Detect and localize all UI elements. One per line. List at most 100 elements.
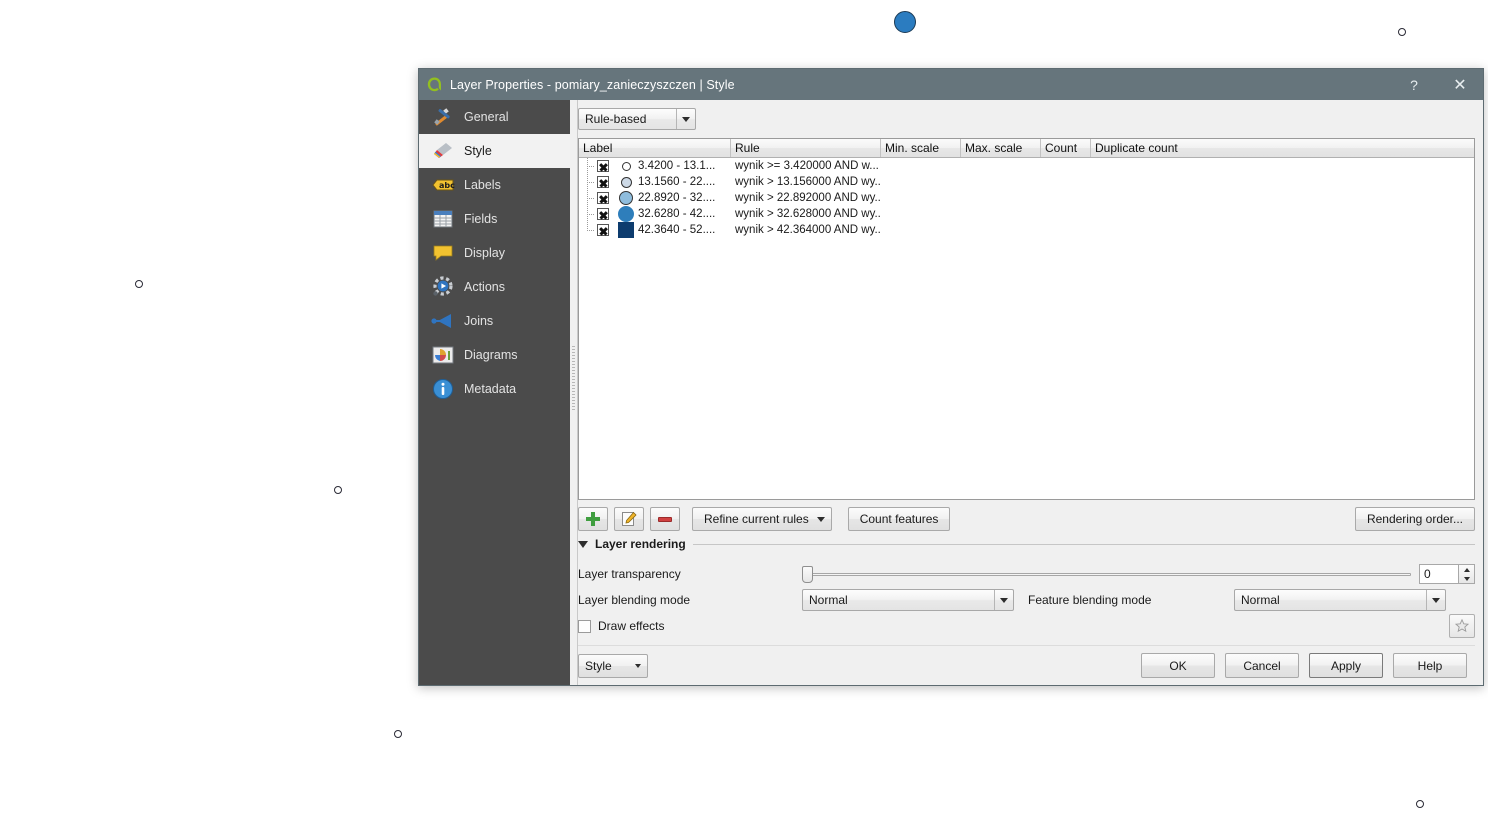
column-header-min-scale[interactable]: Min. scale: [881, 139, 961, 157]
rule-label-text: 13.1560 - 22....: [638, 176, 716, 188]
remove-rule-button[interactable]: [650, 507, 680, 531]
rules-table[interactable]: Label Rule Min. scale Max. scale Count D…: [578, 138, 1475, 500]
layer-blending-mode-label: Layer blending mode: [578, 593, 691, 607]
renderer-type-select[interactable]: Rule-based: [578, 108, 696, 130]
column-header-duplicate-count[interactable]: Duplicate count: [1091, 139, 1474, 157]
feature-blending-mode-select[interactable]: Normal: [1234, 589, 1446, 611]
layer-transparency-stepper[interactable]: [1459, 564, 1475, 584]
rule-enabled-checkbox[interactable]: [597, 176, 609, 188]
column-header-rule[interactable]: Rule: [731, 139, 881, 157]
symbol-circle-icon: [618, 206, 634, 222]
draw-effects-checkbox[interactable]: [578, 619, 591, 633]
rule-enabled-checkbox[interactable]: [597, 160, 609, 172]
rule-enabled-checkbox[interactable]: [597, 224, 609, 236]
rule-label-text: 3.4200 - 13.1...: [638, 160, 716, 172]
sidebar-item-diagrams[interactable]: Diagrams: [419, 338, 570, 372]
layer-transparency-slider[interactable]: [802, 564, 1411, 584]
edit-rule-button[interactable]: [614, 507, 644, 531]
layer-rendering-header[interactable]: Layer rendering: [578, 537, 1475, 551]
slider-handle[interactable]: [802, 566, 813, 583]
count-features-label: Count features: [859, 512, 939, 526]
star-icon: [1454, 618, 1470, 633]
column-header-count[interactable]: Count: [1041, 139, 1091, 157]
splitter-edge: [577, 100, 578, 685]
rule-enabled-checkbox[interactable]: [597, 208, 609, 220]
tree-branch-icon: [581, 206, 597, 222]
dialog-body: General Style abc Labels Fields Display …: [419, 100, 1483, 685]
group-divider: [692, 543, 1475, 545]
sidebar-item-actions[interactable]: Actions: [419, 270, 570, 304]
add-rule-button[interactable]: [578, 507, 608, 531]
panel-splitter[interactable]: [570, 100, 578, 685]
sidebar-item-general[interactable]: General: [419, 100, 570, 134]
refine-current-rules-button[interactable]: Refine current rules: [692, 507, 832, 531]
rule-row[interactable]: 3.4200 - 13.1... wynik >= 3.420000 AND w.…: [579, 158, 1474, 174]
rule-expression-text: wynik > 42.364000 AND wy...: [735, 224, 881, 236]
chevron-down-icon[interactable]: [676, 109, 695, 129]
draw-effects-row: Draw effects: [578, 613, 1475, 639]
count-features-button[interactable]: Count features: [847, 507, 951, 531]
rules-table-header: Label Rule Min. scale Max. scale Count D…: [579, 139, 1474, 158]
style-menu-button[interactable]: Style: [578, 653, 648, 678]
ok-button[interactable]: OK: [1141, 653, 1215, 678]
sidebar-label-fields: Fields: [464, 212, 498, 226]
sidebar-label-labels: Labels: [464, 178, 501, 192]
help-button[interactable]: Help: [1393, 653, 1467, 678]
layer-properties-dialog: Layer Properties - pomiary_zanieczyszcze…: [418, 68, 1484, 686]
sidebar-item-display[interactable]: Display: [419, 236, 570, 270]
apply-button[interactable]: Apply: [1309, 653, 1383, 678]
rule-row[interactable]: 42.3640 - 52.... wynik > 42.364000 AND wy…: [579, 222, 1474, 238]
qgis-logo-icon: [426, 76, 443, 93]
draw-effects-settings-button[interactable]: [1449, 614, 1475, 638]
point-bottom-right: [1416, 800, 1424, 808]
sidebar-item-style[interactable]: Style: [419, 134, 570, 168]
rule-row[interactable]: 32.6280 - 42.... wynik > 32.628000 AND wy…: [579, 206, 1474, 222]
cancel-button[interactable]: Cancel: [1225, 653, 1299, 678]
sidebar-item-labels[interactable]: abc Labels: [419, 168, 570, 202]
refine-current-rules-label: Refine current rules: [704, 512, 809, 526]
point-top-right: [1398, 28, 1406, 36]
dialog-title: Layer Properties - pomiary_zanieczyszcze…: [450, 77, 735, 92]
rule-label-cell: 42.3640 - 52....: [579, 222, 731, 238]
rule-symbol-preview: [614, 176, 638, 188]
rendering-order-button[interactable]: Rendering order...: [1354, 507, 1475, 531]
column-header-label[interactable]: Label: [579, 139, 731, 157]
symbol-circle-icon: [619, 191, 633, 205]
sidebar-label-joins: Joins: [464, 314, 494, 328]
rule-label-text: 22.8920 - 32....: [638, 192, 716, 204]
rule-enabled-checkbox[interactable]: [597, 192, 609, 204]
tree-branch-icon: [581, 174, 597, 190]
brush-icon: [431, 139, 455, 163]
chevron-down-icon[interactable]: [1426, 590, 1445, 610]
draw-effects-checkbox-wrap[interactable]: Draw effects: [578, 619, 802, 633]
symbol-square-icon: [618, 222, 634, 238]
rule-expression-text: wynik > 22.892000 AND wy...: [735, 192, 881, 204]
apply-label: Apply: [1330, 658, 1362, 673]
sidebar-item-fields[interactable]: Fields: [419, 202, 570, 236]
stepper-up-icon[interactable]: [1463, 567, 1470, 572]
rule-row[interactable]: 13.1560 - 22.... wynik > 13.156000 AND wy…: [579, 174, 1474, 190]
close-icon[interactable]: ✕: [1437, 69, 1483, 100]
rule-label-text: 42.3640 - 52....: [638, 224, 716, 236]
sidebar-item-joins[interactable]: Joins: [419, 304, 570, 338]
help-icon[interactable]: ?: [1391, 69, 1437, 100]
chart-icon: [431, 343, 455, 367]
tree-branch-icon: [581, 158, 597, 174]
layer-blending-mode-value: Normal: [809, 593, 848, 607]
splitter-grip: [572, 345, 575, 410]
chevron-down-icon[interactable]: [994, 590, 1013, 610]
column-header-max-scale[interactable]: Max. scale: [961, 139, 1041, 157]
cancel-label: Cancel: [1243, 658, 1281, 673]
layer-transparency-value[interactable]: 0: [1419, 564, 1459, 584]
collapse-triangle-icon[interactable]: [578, 540, 588, 548]
rule-row[interactable]: 22.8920 - 32.... wynik > 22.892000 AND wy…: [579, 190, 1474, 206]
sidebar-item-metadata[interactable]: Metadata: [419, 372, 570, 406]
point-bottom-left: [394, 730, 402, 738]
layer-transparency-row: Layer transparency 0: [578, 561, 1475, 587]
chevron-down-icon: [816, 516, 825, 522]
dialog-titlebar[interactable]: Layer Properties - pomiary_zanieczyszcze…: [419, 69, 1483, 100]
rule-label-cell: 22.8920 - 32....: [579, 190, 731, 206]
stepper-down-icon[interactable]: [1463, 576, 1470, 581]
layer-blending-mode-select[interactable]: Normal: [802, 589, 1014, 611]
tree-branch-icon: [581, 190, 597, 206]
